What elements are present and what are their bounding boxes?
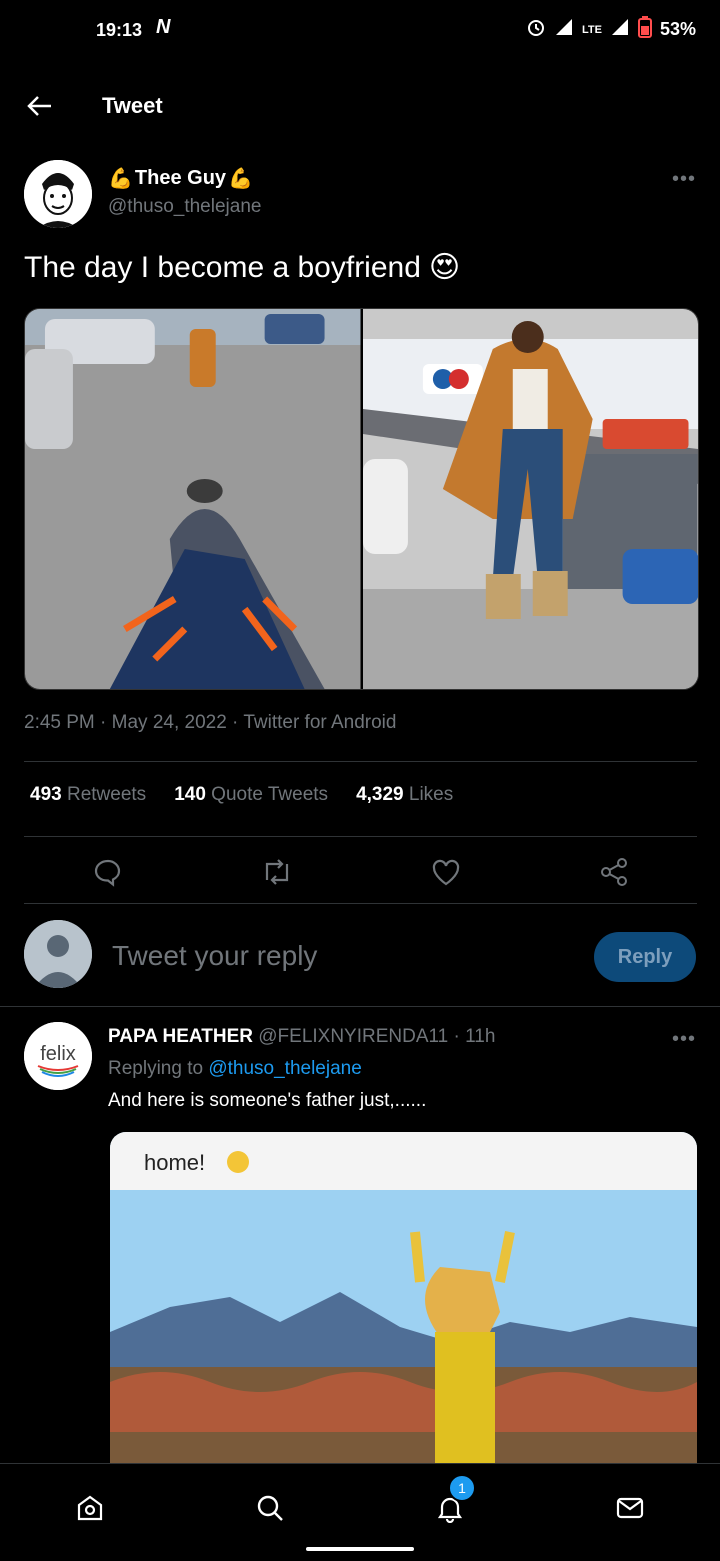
bottom-nav: 1 xyxy=(0,1463,720,1561)
felix-logo-text: felix xyxy=(40,1043,76,1065)
divider xyxy=(24,761,697,762)
mail-icon xyxy=(616,1497,644,1519)
reply-author-name[interactable]: PAPA HEATHER xyxy=(108,1026,253,1047)
reply-handle-time: @FELIXNYIRENDA11 · 11h xyxy=(258,1026,496,1047)
page-title: Tweet xyxy=(102,93,163,118)
nav-home[interactable] xyxy=(66,1484,114,1532)
retweet-icon xyxy=(265,859,289,885)
author-name-row[interactable]: 💪 Thee Guy 💪 xyxy=(108,166,253,191)
replying-to: Replying to @thuso_thelejane xyxy=(108,1058,362,1079)
likes-stat[interactable]: 4,329 Likes xyxy=(356,784,453,806)
retweet-action-button[interactable] xyxy=(255,850,299,894)
flexed-biceps-icon: 💪 xyxy=(108,168,133,190)
arrow-left-icon xyxy=(27,96,51,116)
alarm-icon xyxy=(526,17,546,42)
share-icon xyxy=(601,858,627,886)
author-avatar[interactable] xyxy=(24,160,92,228)
status-bar: 19:13 N LTE 53% xyxy=(0,0,720,60)
network-type: LTE xyxy=(582,23,602,36)
like-action-button[interactable] xyxy=(424,850,468,894)
author-handle[interactable]: @thuso_thelejane xyxy=(108,196,261,218)
user-avatar xyxy=(24,920,92,988)
heart-eyes-emoji-icon: 😍 xyxy=(428,251,461,284)
home-icon xyxy=(77,1495,103,1521)
tweet-meta: 2:45 PM · May 24, 2022 · Twitter for And… xyxy=(24,712,397,733)
share-action-button[interactable] xyxy=(592,850,636,894)
carrier-logo: N xyxy=(156,16,171,38)
battery-percent: 53% xyxy=(659,19,696,39)
tweet-text: The day I become a boyfriend 😍 xyxy=(24,250,460,285)
signal-icon-2 xyxy=(610,17,630,42)
top-header: Tweet xyxy=(0,80,720,136)
nav-messages[interactable] xyxy=(606,1484,654,1532)
reply-composer: Tweet your reply Reply xyxy=(24,920,696,990)
reply-media[interactable]: home! xyxy=(110,1132,697,1472)
author-name: Thee Guy xyxy=(134,167,227,189)
divider xyxy=(24,903,697,904)
nav-notifications[interactable]: 1 xyxy=(426,1474,476,1532)
divider xyxy=(24,836,697,837)
replying-to-link[interactable]: @thuso_thelejane xyxy=(208,1058,361,1079)
status-right: LTE 53% xyxy=(526,16,696,43)
more-options-icon[interactable]: ••• xyxy=(672,1028,696,1051)
nav-search[interactable] xyxy=(246,1484,294,1532)
tweet-actions xyxy=(24,850,697,894)
back-button[interactable] xyxy=(20,86,60,126)
home-indicator[interactable] xyxy=(306,1547,414,1551)
more-options-icon[interactable]: ••• xyxy=(672,168,696,191)
status-time: 19:13 xyxy=(96,20,143,40)
retweets-stat[interactable]: 493 Retweets xyxy=(30,784,146,806)
tweet-media[interactable] xyxy=(24,308,699,690)
media-image-left[interactable] xyxy=(25,309,361,689)
battery-icon xyxy=(637,16,652,43)
reply-action-button[interactable] xyxy=(86,850,130,894)
reply-media-caption: home! xyxy=(144,1150,205,1175)
reply-header: PAPA HEATHER @FELIXNYIRENDA11 · 11h xyxy=(108,1026,495,1048)
media-image-right[interactable] xyxy=(362,309,698,689)
comment-icon xyxy=(94,859,121,887)
heart-icon xyxy=(432,859,460,886)
reply-text: And here is someone's father just,...... xyxy=(108,1090,427,1111)
signal-icon xyxy=(554,17,574,42)
tweet-stats: 493 Retweets 140 Quote Tweets 4,329 Like… xyxy=(30,784,453,806)
reply-button[interactable]: Reply xyxy=(594,932,696,982)
quotes-stat[interactable]: 140 Quote Tweets xyxy=(174,784,328,806)
tweet-body: The day I become a boyfriend xyxy=(24,250,421,284)
flexed-biceps-icon: 💪 xyxy=(228,168,253,190)
felix-avatar[interactable]: felix xyxy=(24,1022,92,1090)
reply-input[interactable]: Tweet your reply xyxy=(112,940,317,972)
divider xyxy=(0,1006,720,1007)
tweet-author: 💪 Thee Guy 💪 @thuso_thelejane ••• xyxy=(24,160,696,230)
search-icon xyxy=(257,1495,283,1521)
notification-badge: 1 xyxy=(448,1474,476,1502)
